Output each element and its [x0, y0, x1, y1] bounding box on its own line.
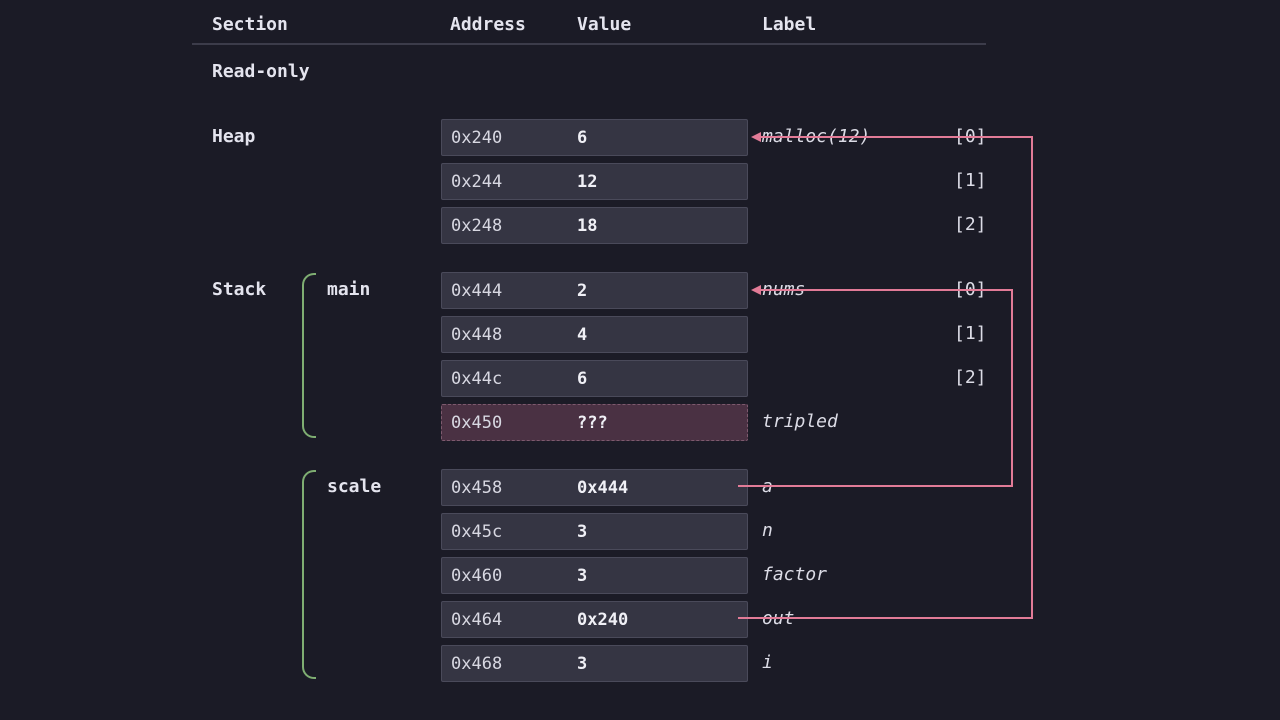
frame-main-brace [302, 273, 316, 438]
header-divider [192, 43, 986, 45]
cell-address: 0x44c [451, 369, 503, 389]
cell-value: 4 [577, 325, 588, 345]
cell-address: 0x244 [451, 172, 503, 192]
cell-value: 18 [577, 216, 598, 236]
cell-value: 6 [577, 128, 588, 148]
cell-address: 0x460 [451, 566, 503, 586]
cell-label: n [762, 520, 773, 541]
cell-label: i [762, 652, 773, 673]
memory-diagram: Section Address Value Label Read-only He… [0, 0, 1280, 720]
uninitialized-cell: 0x450 ??? [441, 404, 748, 441]
cell-label: factor [762, 564, 828, 585]
section-stack: Stack [212, 279, 267, 300]
cell-value: 0x444 [577, 478, 629, 498]
cell-address: 0x464 [451, 610, 503, 630]
section-readonly: Read-only [212, 61, 310, 82]
memory-cell: 0x244 12 [441, 163, 748, 200]
cell-address: 0x248 [451, 216, 503, 236]
memory-cell: 0x468 3 [441, 645, 748, 682]
cell-address: 0x450 [451, 413, 503, 433]
cell-label: a [762, 476, 773, 497]
frame-main-label: main [327, 279, 371, 300]
cell-value: 3 [577, 566, 588, 586]
cell-index: [0] [954, 126, 987, 147]
memory-cell: 0x444 2 [441, 272, 748, 309]
cell-address: 0x45c [451, 522, 503, 542]
cell-value: 0x240 [577, 610, 629, 630]
memory-cell: 0x44c 6 [441, 360, 748, 397]
memory-cell: 0x448 4 [441, 316, 748, 353]
cell-address: 0x240 [451, 128, 503, 148]
header-value: Value [577, 14, 632, 35]
cell-value: ??? [577, 413, 608, 433]
cell-index: [0] [954, 279, 987, 300]
pointer-arrow-a [738, 285, 1013, 487]
cell-value: 12 [577, 172, 598, 192]
memory-cell: 0x240 6 [441, 119, 748, 156]
cell-value: 2 [577, 281, 588, 301]
header-section: Section [212, 14, 288, 35]
cell-index: [2] [954, 367, 987, 388]
memory-cell: 0x460 3 [441, 557, 748, 594]
cell-label: tripled [762, 411, 838, 432]
cell-address: 0x468 [451, 654, 503, 674]
cell-address: 0x458 [451, 478, 503, 498]
cell-label: malloc(12) [762, 126, 871, 147]
section-heap: Heap [212, 126, 256, 147]
cell-index: [1] [954, 170, 987, 191]
cell-index: [1] [954, 323, 987, 344]
pointer-arrow-out [738, 132, 1033, 619]
memory-cell: 0x464 0x240 [441, 601, 748, 638]
cell-address: 0x448 [451, 325, 503, 345]
memory-cell: 0x45c 3 [441, 513, 748, 550]
cell-index: [2] [954, 214, 987, 235]
header-label: Label [762, 14, 817, 35]
cell-value: 3 [577, 654, 588, 674]
memory-cell: 0x458 0x444 [441, 469, 748, 506]
cell-label: nums [762, 279, 806, 300]
cell-value: 6 [577, 369, 588, 389]
frame-scale-label: scale [327, 476, 382, 497]
memory-cell: 0x248 18 [441, 207, 748, 244]
cell-label: out [762, 608, 795, 629]
cell-address: 0x444 [451, 281, 503, 301]
cell-value: 3 [577, 522, 588, 542]
header-address: Address [450, 14, 526, 35]
frame-scale-brace [302, 470, 316, 679]
